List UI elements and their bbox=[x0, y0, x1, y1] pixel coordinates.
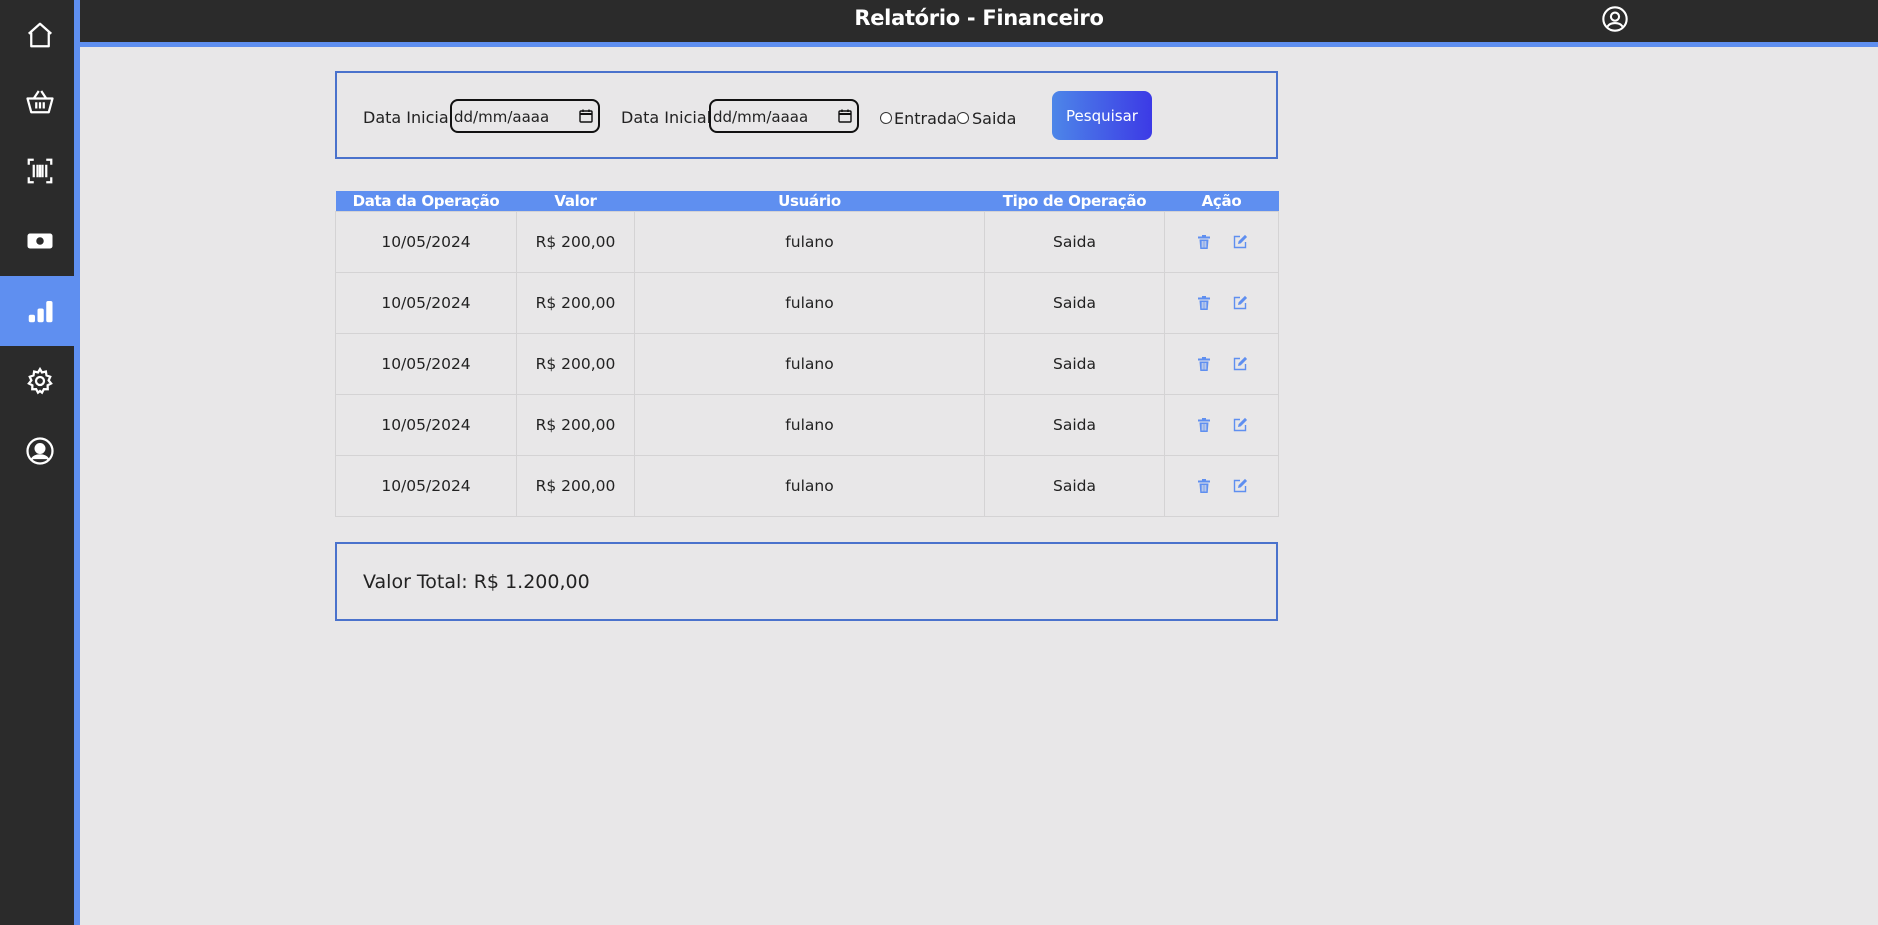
row-actions bbox=[1165, 478, 1278, 494]
column-header-type[interactable]: Tipo de Operação bbox=[984, 191, 1165, 212]
edit-icon[interactable] bbox=[1232, 417, 1248, 433]
cell-value: R$ 200,00 bbox=[516, 333, 635, 395]
sidebar-item-reports[interactable] bbox=[0, 276, 80, 346]
calendar-icon[interactable] bbox=[837, 108, 853, 124]
end-date-label: Data Inicial: bbox=[621, 108, 717, 127]
cell-type: Saida bbox=[984, 455, 1165, 517]
cell-date: 10/05/2024 bbox=[335, 211, 517, 273]
home-icon bbox=[28, 22, 52, 48]
column-header-date[interactable]: Data da Operação bbox=[335, 191, 517, 212]
edit-icon[interactable] bbox=[1232, 295, 1248, 311]
cell-type: Saida bbox=[984, 272, 1165, 334]
row-actions bbox=[1165, 356, 1278, 372]
sidebar-item-settings[interactable] bbox=[0, 346, 80, 416]
filter-panel: Data Inicial: dd/mm/aaaa Data Inicial: d… bbox=[335, 71, 1278, 159]
table-row: 10/05/2024 R$ 200,00 fulano Saida bbox=[335, 333, 1279, 395]
sidebar-item-shop[interactable] bbox=[0, 66, 80, 136]
cash-icon bbox=[27, 233, 53, 249]
trash-icon[interactable] bbox=[1196, 356, 1212, 372]
radio-saida[interactable] bbox=[957, 112, 969, 124]
user-account-icon[interactable] bbox=[1601, 5, 1629, 33]
cell-value: R$ 200,00 bbox=[516, 272, 635, 334]
table-row: 10/05/2024 R$ 200,00 fulano Saida bbox=[335, 272, 1279, 334]
radio-saida-label: Saida bbox=[972, 109, 1017, 128]
cell-date: 10/05/2024 bbox=[335, 272, 517, 334]
cell-date: 10/05/2024 bbox=[335, 455, 517, 517]
cell-date: 10/05/2024 bbox=[335, 333, 517, 395]
column-header-user[interactable]: Usuário bbox=[634, 191, 985, 212]
cell-date: 10/05/2024 bbox=[335, 394, 517, 456]
edit-icon[interactable] bbox=[1232, 356, 1248, 372]
calendar-icon[interactable] bbox=[578, 108, 594, 124]
trash-icon[interactable] bbox=[1196, 417, 1212, 433]
top-bar: Relatório - Financeiro bbox=[80, 0, 1878, 47]
cell-user: fulano bbox=[634, 455, 985, 517]
sidebar-item-profile[interactable] bbox=[0, 416, 80, 486]
barcode-scan-icon bbox=[27, 158, 53, 184]
cell-value: R$ 200,00 bbox=[516, 394, 635, 456]
cell-value: R$ 200,00 bbox=[516, 211, 635, 273]
total-value: Valor Total: R$ 1.200,00 bbox=[363, 571, 590, 593]
cell-actions bbox=[1164, 211, 1279, 273]
cell-user: fulano bbox=[634, 333, 985, 395]
sidebar-item-home[interactable] bbox=[0, 0, 80, 70]
operations-table: Data da Operação Valor Usuário Tipo de O… bbox=[335, 191, 1279, 517]
row-actions bbox=[1165, 295, 1278, 311]
cell-actions bbox=[1164, 394, 1279, 456]
radio-entrada[interactable] bbox=[880, 112, 892, 124]
cell-user: fulano bbox=[634, 211, 985, 273]
basket-icon bbox=[26, 90, 54, 114]
trash-icon[interactable] bbox=[1196, 295, 1212, 311]
start-date-input[interactable]: dd/mm/aaaa bbox=[450, 99, 600, 133]
start-date-placeholder: dd/mm/aaaa bbox=[454, 108, 550, 126]
operations-table-container: Data da Operação Valor Usuário Tipo de O… bbox=[335, 191, 1279, 517]
gear-icon bbox=[27, 366, 53, 395]
cell-actions bbox=[1164, 272, 1279, 334]
table-body: 10/05/2024 R$ 200,00 fulano Saida 10/05/2024… bbox=[335, 211, 1279, 517]
search-button[interactable]: Pesquisar bbox=[1052, 91, 1152, 140]
edit-icon[interactable] bbox=[1232, 234, 1248, 250]
bar-chart-icon bbox=[28, 301, 53, 323]
end-date-placeholder: dd/mm/aaaa bbox=[713, 108, 809, 126]
column-header-value[interactable]: Valor bbox=[516, 191, 635, 212]
column-header-action: Ação bbox=[1164, 191, 1279, 212]
edit-icon[interactable] bbox=[1232, 478, 1248, 494]
sidebar-item-barcode[interactable] bbox=[0, 136, 80, 206]
cell-type: Saida bbox=[984, 394, 1165, 456]
cell-value: R$ 200,00 bbox=[516, 455, 635, 517]
trash-icon[interactable] bbox=[1196, 478, 1212, 494]
cell-actions bbox=[1164, 333, 1279, 395]
table-row: 10/05/2024 R$ 200,00 fulano Saida bbox=[335, 455, 1279, 517]
table-row: 10/05/2024 R$ 200,00 fulano Saida bbox=[335, 394, 1279, 456]
cell-actions bbox=[1164, 455, 1279, 517]
sidebar bbox=[0, 0, 80, 925]
user-circle-icon bbox=[26, 437, 54, 465]
start-date-label: Data Inicial: bbox=[363, 108, 459, 127]
cell-user: fulano bbox=[634, 394, 985, 456]
table-row: 10/05/2024 R$ 200,00 fulano Saida bbox=[335, 211, 1279, 273]
cell-type: Saida bbox=[984, 333, 1165, 395]
sidebar-item-cash[interactable] bbox=[0, 206, 80, 276]
row-actions bbox=[1165, 234, 1278, 250]
table-header-row: Data da Operação Valor Usuário Tipo de O… bbox=[335, 191, 1279, 212]
total-panel: Valor Total: R$ 1.200,00 bbox=[335, 542, 1278, 621]
cell-user: fulano bbox=[634, 272, 985, 334]
cell-type: Saida bbox=[984, 211, 1165, 273]
radio-entrada-label: Entrada bbox=[894, 109, 957, 128]
end-date-input[interactable]: dd/mm/aaaa bbox=[709, 99, 859, 133]
row-actions bbox=[1165, 417, 1278, 433]
trash-icon[interactable] bbox=[1196, 234, 1212, 250]
